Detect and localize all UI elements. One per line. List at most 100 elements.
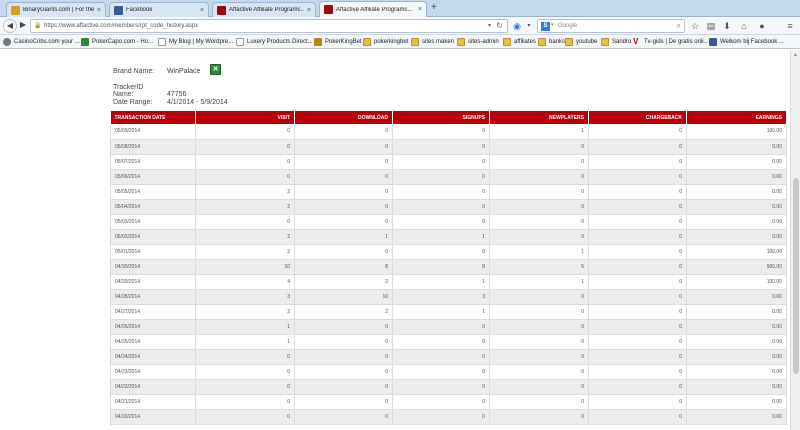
cell-newplayers: 0 bbox=[489, 154, 589, 170]
extension-dropdown-icon[interactable]: ▾ bbox=[523, 20, 535, 32]
tab-facebook[interactable]: Facebook × bbox=[109, 2, 209, 17]
home-icon[interactable]: ⌂ bbox=[738, 20, 750, 32]
cell-date: 04/23/2014 bbox=[110, 364, 196, 380]
history-dropdown-icon[interactable]: ▾ bbox=[488, 22, 491, 29]
tab-binarygiants[interactable]: BinaryGiants.com | For the best ... × bbox=[6, 2, 106, 17]
bookmark-luxery[interactable]: Luxery Products Direct... bbox=[236, 37, 313, 47]
cell-signups: 0 bbox=[392, 184, 490, 200]
cell-chargeback: 0 bbox=[588, 334, 687, 350]
close-icon[interactable]: × bbox=[97, 7, 101, 14]
search-engine-icon[interactable]: S bbox=[541, 22, 550, 31]
folder-icon bbox=[565, 38, 573, 46]
address-bar[interactable]: 🔒 https://www.affactive.com/members/rpt_… bbox=[30, 19, 508, 33]
transaction-table: TRANSACTION DATE VISIT DOWNLOAD SIGNUPS … bbox=[110, 111, 787, 425]
bookmarks-bar: CasinoCribs.com your ... PokerCapo.com -… bbox=[0, 35, 800, 49]
cell-visit: 0 bbox=[195, 379, 295, 395]
search-engine-dropdown-icon[interactable]: ▾ bbox=[551, 22, 554, 28]
column-header-signups[interactable]: SIGNUPS bbox=[392, 111, 490, 124]
cell-signups: 0 bbox=[392, 139, 490, 155]
cell-chargeback: 0 bbox=[588, 169, 687, 185]
excel-export-icon[interactable]: ✕ bbox=[210, 64, 221, 75]
cell-date: 04/24/2014 bbox=[110, 349, 196, 365]
bookmark-label: Tv-gids | De gratis onli... bbox=[644, 39, 709, 45]
back-button[interactable]: ◀ bbox=[3, 19, 17, 33]
bookmark-casinocribs[interactable]: CasinoCribs.com your ... bbox=[3, 37, 80, 47]
cell-download: 10 bbox=[294, 289, 393, 305]
date-range-row: Date Range: 4/1/2014 - 5/9/2014 bbox=[113, 99, 228, 106]
cell-date: 05/07/2014 bbox=[110, 154, 196, 170]
close-icon[interactable]: × bbox=[200, 7, 204, 14]
cell-visit: 0 bbox=[195, 214, 295, 230]
bookmark-folder-sites-maken[interactable]: sites maken bbox=[411, 37, 454, 47]
bookmark-tvgids[interactable]: V Tv-gids | De gratis onli... bbox=[633, 37, 709, 47]
cell-earnings: 0.00 bbox=[686, 409, 787, 425]
extension-icon[interactable]: ◉ bbox=[511, 20, 523, 32]
cell-newplayers: 0 bbox=[489, 289, 589, 305]
scroll-up-icon[interactable]: ▲ bbox=[793, 52, 798, 58]
new-tab-button[interactable]: + bbox=[431, 2, 437, 14]
column-header-chargeback[interactable]: CHARGEBACK bbox=[588, 111, 687, 124]
cell-visit: 2 bbox=[195, 199, 295, 215]
cell-download: 0 bbox=[294, 364, 393, 380]
cell-chargeback: 0 bbox=[588, 199, 687, 215]
search-box[interactable]: S ▾ Google ⌕ bbox=[537, 19, 685, 33]
cell-chargeback: 0 bbox=[588, 154, 687, 170]
table-row: 04/22/2014 0 0 0 0 0 0.00 bbox=[110, 379, 787, 395]
reload-icon[interactable]: ↻ bbox=[496, 21, 503, 30]
bookmark-star-icon[interactable]: ☆ bbox=[689, 20, 701, 32]
cell-date: 04/30/2014 bbox=[110, 259, 196, 275]
cell-signups: 0 bbox=[392, 154, 490, 170]
cell-chargeback: 0 bbox=[588, 244, 687, 260]
cell-download: 0 bbox=[294, 394, 393, 410]
download-icon[interactable]: ⬇ bbox=[721, 20, 733, 32]
table-row: 04/29/2014 4 2 1 1 0 100.00 bbox=[110, 274, 787, 290]
cell-chargeback: 0 bbox=[588, 289, 687, 305]
vertical-scrollbar[interactable]: ▲ bbox=[790, 50, 800, 430]
search-icon[interactable]: ⌕ bbox=[677, 21, 681, 31]
column-header-download[interactable]: DOWNLOAD bbox=[294, 111, 393, 124]
table-body: 05/09/2014 0 0 0 1 0 100.00 05/08/2014 0 0 0 0 0 0.00… bbox=[110, 124, 787, 425]
menu-icon[interactable]: ≡ bbox=[784, 20, 796, 32]
pokerkingbet-icon bbox=[314, 38, 322, 46]
cell-date: 05/08/2014 bbox=[110, 139, 196, 155]
tab-affactive-active[interactable]: Affactive Affiliate Programc... × bbox=[319, 1, 427, 17]
scrollbar-thumb[interactable] bbox=[793, 178, 799, 374]
bookmark-folder-affiliates[interactable]: affiliates bbox=[503, 37, 536, 47]
close-icon[interactable]: × bbox=[418, 6, 422, 13]
cell-earnings: 0.00 bbox=[686, 139, 787, 155]
column-header-earnings[interactable]: EARNINGS bbox=[686, 111, 787, 124]
bookmark-label: PokerKingBet bbox=[325, 39, 362, 45]
binarygiants-favicon-icon bbox=[11, 5, 20, 15]
bookmark-label: banks bbox=[549, 39, 566, 45]
bookmark-folder-sandro[interactable]: Sandro bbox=[601, 37, 631, 47]
close-icon[interactable]: × bbox=[307, 7, 311, 14]
bookmark-label: Welkom bij Facebook ... bbox=[720, 39, 784, 45]
addon-icon[interactable]: ● bbox=[756, 20, 768, 32]
cell-visit: 0 bbox=[195, 409, 295, 425]
bookmark-folder-banks[interactable]: banks bbox=[538, 37, 565, 47]
cell-date: 04/21/2014 bbox=[110, 394, 196, 410]
cell-chargeback: 0 bbox=[588, 409, 687, 425]
cell-chargeback: 0 bbox=[588, 184, 687, 200]
tab-strip: BinaryGiants.com | For the best ... × Fa… bbox=[0, 0, 800, 17]
cell-chargeback: 0 bbox=[588, 139, 687, 155]
bookmarks-menu-icon[interactable]: ▤ bbox=[705, 20, 717, 32]
bookmark-folder-youtube[interactable]: youtube bbox=[565, 37, 597, 47]
tab-affactive-1[interactable]: Affactive Affiliate Programc... × bbox=[212, 2, 316, 17]
bookmark-myblog[interactable]: My Blog | My Wordpre... bbox=[158, 37, 233, 47]
column-header-visit[interactable]: VISIT bbox=[195, 111, 295, 124]
bookmark-folder-pokerkingbet[interactable]: pokerkingbet bbox=[363, 37, 408, 47]
cell-date: 04/26/2014 bbox=[110, 319, 196, 335]
cell-date: 05/09/2014 bbox=[110, 124, 196, 140]
bookmark-folder-sites-admin[interactable]: sites-admin bbox=[457, 37, 499, 47]
cell-visit: 1 bbox=[195, 334, 295, 350]
forward-button[interactable]: ▶ bbox=[16, 19, 30, 33]
cell-newplayers: 0 bbox=[489, 199, 589, 215]
bookmark-facebook[interactable]: Welkom bij Facebook ... bbox=[709, 37, 784, 47]
bookmark-pokercapo[interactable]: PokerCapo.com - Ho... bbox=[81, 37, 153, 47]
column-header-date[interactable]: TRANSACTION DATE bbox=[110, 111, 196, 124]
column-header-newplayers[interactable]: NEWPLAYERS bbox=[489, 111, 589, 124]
cell-earnings: 100.00 bbox=[686, 274, 787, 290]
bookmark-pokerkingbet[interactable]: PokerKingBet bbox=[314, 37, 362, 47]
cell-newplayers: 0 bbox=[489, 364, 589, 380]
